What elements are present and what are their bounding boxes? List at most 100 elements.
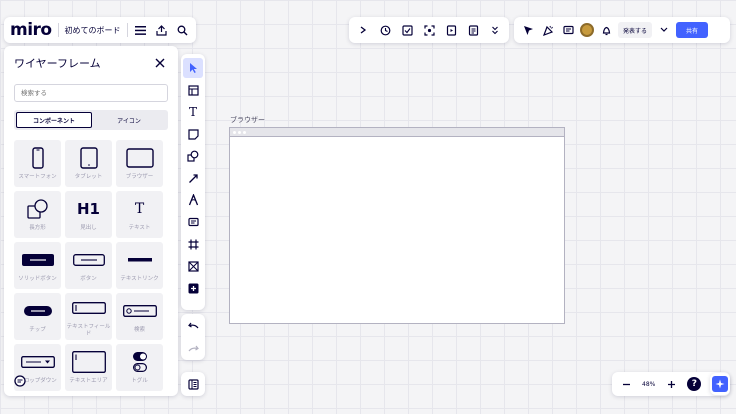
search-icon[interactable] [175, 22, 190, 38]
templates-tool[interactable] [183, 80, 203, 100]
divider [57, 23, 59, 37]
select-tool[interactable] [183, 58, 203, 78]
library-tabs: コンポーネント アイコン [14, 110, 168, 130]
tile-tablet[interactable]: タブレット [65, 140, 112, 187]
chevron-down-icon[interactable] [656, 22, 672, 38]
comments-icon[interactable] [560, 22, 576, 38]
window-dot [238, 130, 241, 134]
text-field-icon [71, 296, 106, 320]
vote-icon[interactable] [399, 22, 415, 38]
pages-icon[interactable] [183, 374, 203, 394]
tile-heading[interactable]: H1 見出し [65, 191, 112, 238]
close-icon[interactable] [152, 55, 168, 71]
smartphone-icon [31, 146, 44, 170]
cursor-flag-icon[interactable] [520, 22, 536, 38]
menu-icon[interactable] [133, 22, 148, 38]
tile-label: テキストリンク [120, 276, 159, 283]
tile-toggle[interactable]: トグル [116, 344, 163, 391]
timer-icon[interactable] [377, 22, 393, 38]
tile-label: 見出し [80, 225, 97, 232]
chat-icon[interactable] [14, 372, 26, 391]
browser-icon [125, 146, 154, 170]
top-left-bar: miro 初めてのボード [4, 17, 196, 43]
text-tool[interactable]: T [183, 102, 203, 122]
divider [126, 23, 128, 37]
text-link-icon [127, 248, 152, 272]
library-search-input[interactable] [14, 84, 168, 102]
tile-shape[interactable]: 長方形 [14, 191, 61, 238]
tab-icons[interactable]: アイコン [92, 112, 166, 128]
library-header: ワイヤーフレーム [14, 46, 168, 80]
user-avatar[interactable] [580, 23, 594, 37]
browser-wireframe[interactable] [229, 127, 565, 324]
toggle-icon [132, 350, 148, 374]
tile-text-field[interactable]: テキストフィールド [65, 293, 112, 340]
focus-icon[interactable] [421, 22, 437, 38]
zoom-level[interactable]: 48% [642, 381, 655, 388]
present-button[interactable]: 発表する [618, 22, 653, 38]
share-toolbar: 発表する 共有 [514, 17, 730, 43]
shapes-icon [26, 197, 49, 221]
dropdown-icon [20, 350, 55, 374]
presentation-icon[interactable] [443, 22, 459, 38]
shapes-tool[interactable] [183, 146, 203, 166]
sticky-note-tool[interactable] [183, 124, 203, 144]
text-icon: T [134, 201, 145, 218]
tile-label: タブレット [74, 174, 103, 181]
tile-text-link[interactable]: テキストリンク [116, 242, 163, 289]
browser-title-bar [230, 128, 564, 137]
frame-tool[interactable] [183, 234, 203, 254]
celebrate-icon[interactable] [540, 22, 556, 38]
undo-icon[interactable] [183, 316, 203, 336]
frame-label[interactable]: ブラウザー [230, 115, 265, 125]
window-dot [233, 130, 236, 134]
more-chevron-icon[interactable] [487, 22, 503, 38]
notes-icon[interactable] [465, 22, 481, 38]
wireframe-library-panel: ワイヤーフレーム コンポーネント アイコン スマートフォン タブレット ブラウザ… [4, 46, 178, 396]
tile-label: ソリッドボタン [18, 276, 57, 283]
tile-solid-button[interactable]: ソリッドボタン [14, 242, 61, 289]
tile-label: テキスト [128, 225, 151, 232]
tile-label: ボタン [80, 276, 97, 283]
sparkle-icon[interactable] [712, 376, 728, 392]
board-name[interactable]: 初めてのボード [65, 25, 121, 36]
tile-label: 長方形 [29, 225, 46, 232]
share-button[interactable]: 共有 [676, 22, 709, 38]
wireframe-tool[interactable] [183, 256, 203, 276]
tile-browser[interactable]: ブラウザー [116, 140, 163, 187]
tablet-icon [79, 146, 98, 170]
export-icon[interactable] [154, 22, 169, 38]
help-icon[interactable]: ? [687, 377, 702, 391]
creation-toolbar: T [181, 54, 205, 310]
tile-button[interactable]: ボタン [65, 242, 112, 289]
zoom-out-icon[interactable] [618, 376, 634, 392]
comment-tool[interactable] [183, 212, 203, 232]
tile-label: 検索 [133, 327, 145, 334]
pages-panel [181, 372, 205, 396]
bell-icon[interactable] [598, 22, 614, 38]
add-tool[interactable] [183, 278, 203, 298]
button-icon [72, 248, 105, 272]
search-field-icon [122, 299, 157, 323]
ai-assist-panel [710, 373, 730, 395]
pen-tool[interactable] [183, 190, 203, 210]
history-controls [181, 314, 205, 360]
tile-search-field[interactable]: 検索 [116, 293, 163, 340]
tile-label: スマートフォン [18, 174, 57, 181]
miro-logo[interactable]: miro [10, 20, 52, 40]
tile-text[interactable]: T テキスト [116, 191, 163, 238]
tile-chip[interactable]: チップ [14, 293, 61, 340]
chevron-right-icon[interactable] [355, 22, 371, 38]
zoom-in-icon[interactable] [663, 376, 679, 392]
redo-icon[interactable] [183, 339, 203, 359]
heading-icon: H1 [77, 200, 100, 219]
solid-button-icon [21, 248, 54, 272]
tile-text-area[interactable]: テキストエリア [65, 344, 112, 391]
library-title: ワイヤーフレーム [14, 57, 101, 70]
window-dot [243, 130, 246, 134]
component-grid: スマートフォン タブレット ブラウザー 長方形 H1 見出し T テキスト ソリ… [14, 140, 168, 391]
tab-components[interactable]: コンポーネント [16, 112, 92, 128]
tile-smartphone[interactable]: スマートフォン [14, 140, 61, 187]
connector-tool[interactable] [183, 168, 203, 188]
collaboration-toolbar [349, 17, 509, 43]
